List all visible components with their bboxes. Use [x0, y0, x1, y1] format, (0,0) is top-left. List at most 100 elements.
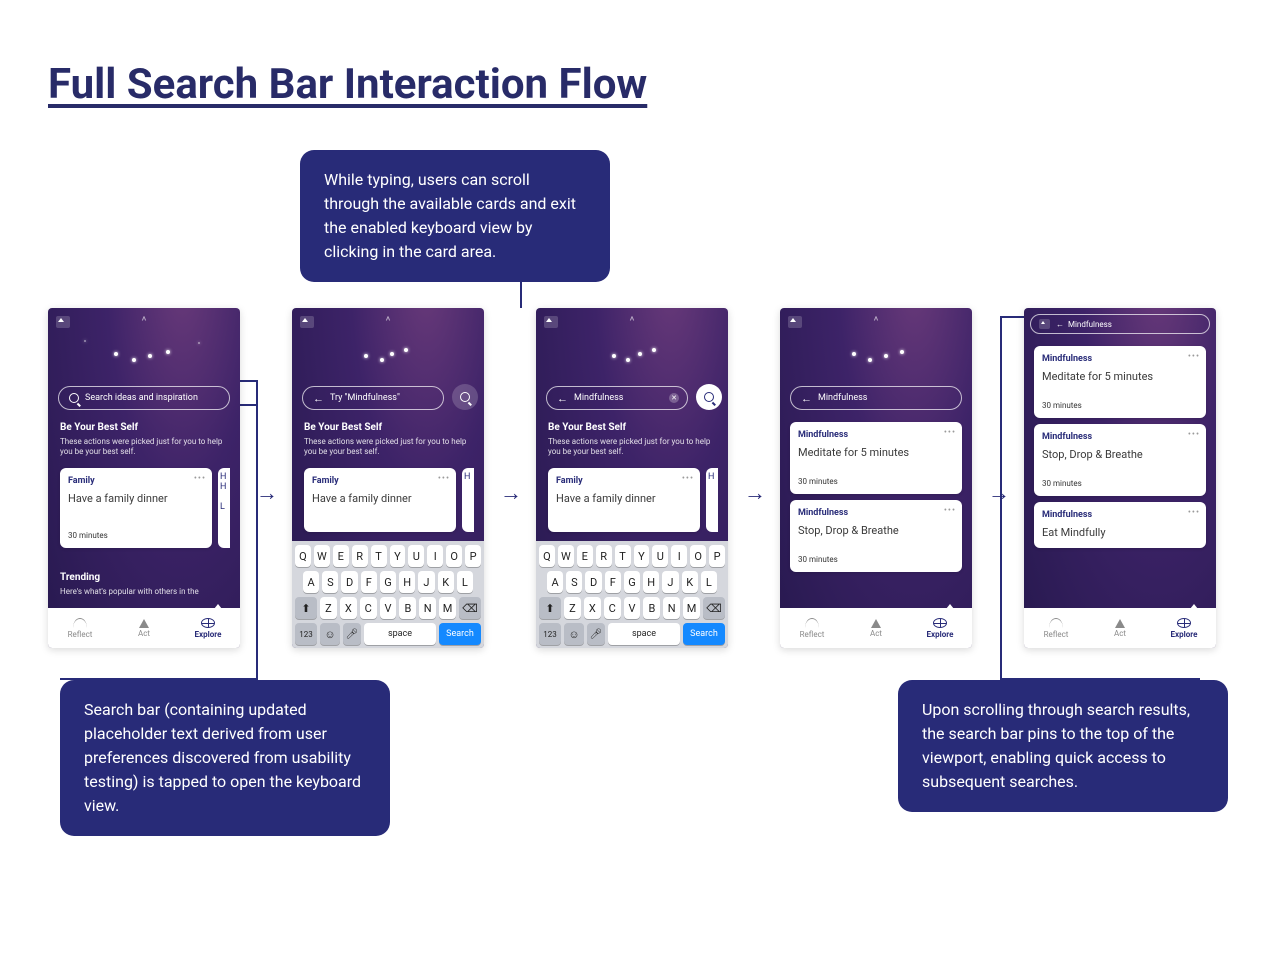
key-j[interactable]: J — [418, 571, 434, 593]
backspace-key[interactable]: ⌫ — [459, 597, 481, 619]
more-icon[interactable]: ••• — [438, 474, 450, 484]
search-input-pinned[interactable]: ← Mindfulness — [1030, 314, 1210, 334]
key-t[interactable]: T — [615, 545, 631, 567]
shift-key[interactable]: ⬆ — [295, 597, 317, 619]
action-card[interactable]: Family ••• Have a family dinner — [304, 468, 456, 532]
key-s[interactable]: S — [322, 571, 338, 593]
keyboard-search-key[interactable]: Search — [439, 623, 481, 645]
key-o[interactable]: O — [690, 545, 706, 567]
tab-reflect[interactable]: Reflect — [48, 608, 112, 648]
result-card[interactable]: Mindfulness ••• Meditate for 5 minutes 3… — [790, 422, 962, 494]
key-h[interactable]: H — [643, 571, 659, 593]
card-peek[interactable]: HHL — [218, 468, 230, 548]
search-input[interactable]: ← Mindfulness ✕ — [546, 386, 688, 410]
clear-icon[interactable]: ✕ — [669, 393, 679, 403]
more-icon[interactable]: ••• — [194, 474, 206, 484]
backspace-key[interactable]: ⌫ — [703, 597, 725, 619]
key-i[interactable]: I — [427, 545, 443, 567]
emoji-key[interactable]: ☺ — [564, 623, 584, 645]
key-q[interactable]: Q — [539, 545, 555, 567]
key-s[interactable]: S — [566, 571, 582, 593]
key-e[interactable]: E — [577, 545, 593, 567]
search-input[interactable]: Search ideas and inspiration — [58, 386, 230, 410]
key-e[interactable]: E — [333, 545, 349, 567]
more-icon[interactable]: ••• — [1188, 352, 1200, 362]
tab-act[interactable]: Act — [844, 608, 908, 648]
tab-act[interactable]: Act — [1088, 608, 1152, 648]
key-c[interactable]: C — [604, 597, 621, 619]
back-icon[interactable]: ← — [313, 392, 324, 405]
result-card[interactable]: Mindfulness ••• Meditate for 5 minutes 3… — [1034, 346, 1206, 418]
key-d[interactable]: D — [585, 571, 601, 593]
key-d[interactable]: D — [341, 571, 357, 593]
action-card[interactable]: Family ••• Have a family dinner 30 minut… — [60, 468, 212, 548]
key-b[interactable]: B — [399, 597, 416, 619]
space-key[interactable]: space — [608, 623, 680, 645]
card-peek[interactable]: H — [706, 468, 718, 532]
key-g[interactable]: G — [380, 571, 396, 593]
key-w[interactable]: W — [314, 545, 330, 567]
key-f[interactable]: F — [605, 571, 621, 593]
search-button[interactable] — [696, 384, 722, 410]
key-i[interactable]: I — [671, 545, 687, 567]
key-t[interactable]: T — [371, 545, 387, 567]
tab-reflect[interactable]: Reflect — [780, 608, 844, 648]
key-y[interactable]: Y — [634, 545, 650, 567]
key-c[interactable]: C — [360, 597, 377, 619]
key-l[interactable]: L — [457, 571, 473, 593]
num-key[interactable]: 123 — [539, 623, 561, 645]
key-x[interactable]: X — [584, 597, 601, 619]
key-u[interactable]: U — [408, 545, 424, 567]
keyboard[interactable]: QWERTYUIOP ASDFGHJKL ⬆ ZXCVBNM ⌫ 123 ☺ 🎤… — [292, 541, 484, 648]
mic-key[interactable]: 🎤︎ — [343, 623, 361, 645]
key-k[interactable]: K — [438, 571, 454, 593]
key-z[interactable]: Z — [564, 597, 581, 619]
key-r[interactable]: R — [352, 545, 368, 567]
key-q[interactable]: Q — [295, 545, 311, 567]
key-p[interactable]: P — [465, 545, 481, 567]
key-b[interactable]: B — [643, 597, 660, 619]
tab-act[interactable]: Act — [112, 608, 176, 648]
key-r[interactable]: R — [596, 545, 612, 567]
more-icon[interactable]: ••• — [1188, 430, 1200, 440]
emoji-key[interactable]: ☺ — [320, 623, 340, 645]
tab-reflect[interactable]: Reflect — [1024, 608, 1088, 648]
more-icon[interactable]: ••• — [682, 474, 694, 484]
action-card[interactable]: Family ••• Have a family dinner — [548, 468, 700, 532]
key-o[interactable]: O — [446, 545, 462, 567]
tab-explore[interactable]: Explore — [176, 608, 240, 648]
key-f[interactable]: F — [361, 571, 377, 593]
back-icon[interactable]: ← — [557, 392, 568, 405]
key-k[interactable]: K — [682, 571, 698, 593]
key-y[interactable]: Y — [390, 545, 406, 567]
space-key[interactable]: space — [364, 623, 436, 645]
key-j[interactable]: J — [662, 571, 678, 593]
back-icon[interactable]: ← — [1056, 320, 1064, 329]
tab-explore[interactable]: Explore — [908, 608, 972, 648]
key-x[interactable]: X — [340, 597, 357, 619]
key-u[interactable]: U — [652, 545, 668, 567]
search-input[interactable]: ← Mindfulness — [790, 386, 962, 410]
card-peek[interactable]: H — [462, 468, 474, 532]
keyboard-search-key[interactable]: Search — [683, 623, 725, 645]
key-p[interactable]: P — [709, 545, 725, 567]
key-v[interactable]: V — [380, 597, 397, 619]
result-card[interactable]: Mindfulness ••• Stop, Drop & Breathe 30 … — [1034, 424, 1206, 496]
key-v[interactable]: V — [624, 597, 641, 619]
result-card[interactable]: Mindfulness ••• Eat Mindfully — [1034, 502, 1206, 548]
mic-key[interactable]: 🎤︎ — [587, 623, 605, 645]
keyboard[interactable]: QWERTYUIOP ASDFGHJKL ⬆ ZXCVBNM ⌫ 123 ☺ 🎤… — [536, 541, 728, 648]
key-z[interactable]: Z — [320, 597, 337, 619]
key-a[interactable]: A — [303, 571, 319, 593]
result-card[interactable]: Mindfulness ••• Stop, Drop & Breathe 30 … — [790, 500, 962, 572]
key-g[interactable]: G — [624, 571, 640, 593]
key-m[interactable]: M — [439, 597, 456, 619]
key-n[interactable]: N — [419, 597, 436, 619]
key-w[interactable]: W — [558, 545, 574, 567]
num-key[interactable]: 123 — [295, 623, 317, 645]
more-icon[interactable]: ••• — [944, 428, 956, 438]
tab-explore[interactable]: Explore — [1152, 608, 1216, 648]
key-m[interactable]: M — [683, 597, 700, 619]
back-icon[interactable]: ← — [801, 392, 812, 405]
key-h[interactable]: H — [399, 571, 415, 593]
